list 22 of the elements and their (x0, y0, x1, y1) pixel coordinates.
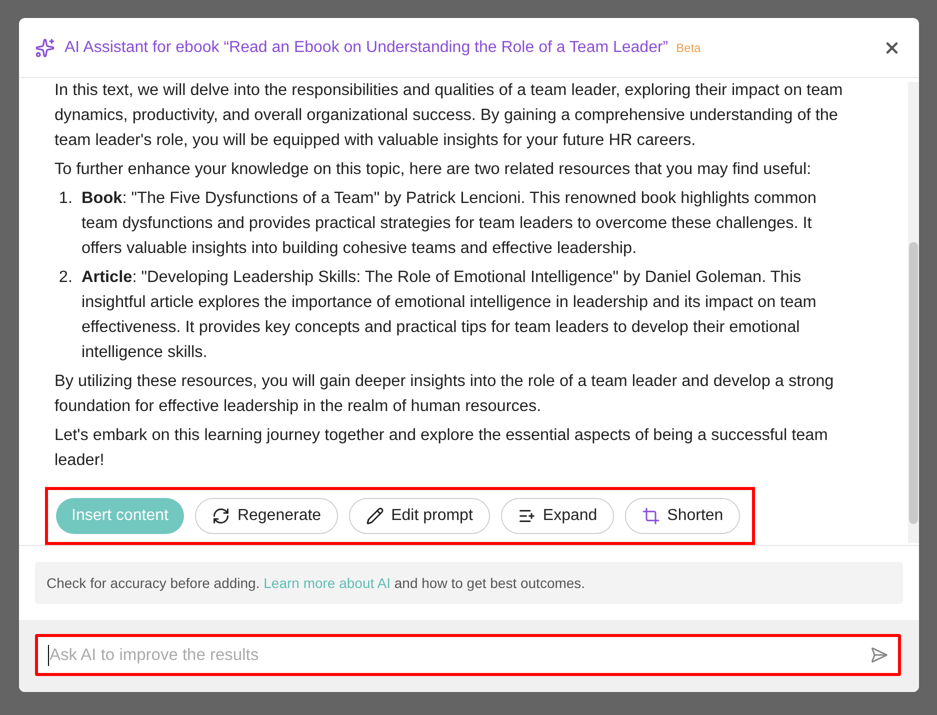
paragraph: To further enhance your knowledge on this topic, here are two related resources that you may find useful: (54, 159, 812, 180)
list-number: 1. (58, 188, 74, 209)
paragraph: In this text, we will delve into the responsibilities and qualities of a team leader, exploring their impact on team dynamics, productivity, and overall organizational success. By gaining a comprehensive understanding of the team leader's role, you will be equipped with valuable insights for your future HR careers. (54, 80, 844, 151)
regenerate-button[interactable]: Regenerate (195, 498, 338, 534)
list-plus-icon (518, 507, 536, 525)
edit-button[interactable]: Edit prompt (349, 498, 490, 534)
list-item-text: Book: "The Five Dysfunctions of a Team" by Patrick Lencioni. This renowned book highlights common team dysfunctions and provides practical strategies for team leaders to overcome these challenges. It offers valuable insights into building cohesive teams and effective leadership. (82, 188, 818, 259)
notice-text: Check for accuracy before adding. Learn more about AI and how to get best outcomes. (46, 575, 586, 591)
prompt-field[interactable]: Ask AI to improve the results (34, 634, 900, 676)
refresh-icon (212, 507, 230, 525)
pencil-icon (366, 507, 384, 525)
paragraph: By utilizing these resources, you will gain deeper insights into the role of a team leader and develop a strong foundation for effective leadership in the realm of human resources. (54, 371, 835, 417)
crop-icon (642, 507, 660, 525)
sparkle-icon (34, 38, 54, 58)
list-item-text: Article: "Developing Leadership Skills: The Role of Emotional Intelligence" by Daniel Goleman. This insightful article explores the importance of emotional intelligence in leadership and its impact on team effectiveness. It provides key concepts and practical tips for team leaders to develop their emotional intelligence skills. (82, 267, 818, 363)
list-number: 2. (58, 267, 74, 288)
beta-label: Beta (676, 40, 701, 54)
send-icon[interactable] (870, 646, 888, 664)
shorten-button[interactable]: Shorten (625, 498, 740, 534)
expand-button[interactable]: Expand (500, 498, 614, 534)
dialog-title: AI Assistant for ebook “Read an Ebook on Understanding the Role of a Team Leader” (64, 38, 668, 56)
paragraph: Let's embark on this learning journey together and explore the essential aspects of being a successful team leader! (54, 425, 829, 471)
